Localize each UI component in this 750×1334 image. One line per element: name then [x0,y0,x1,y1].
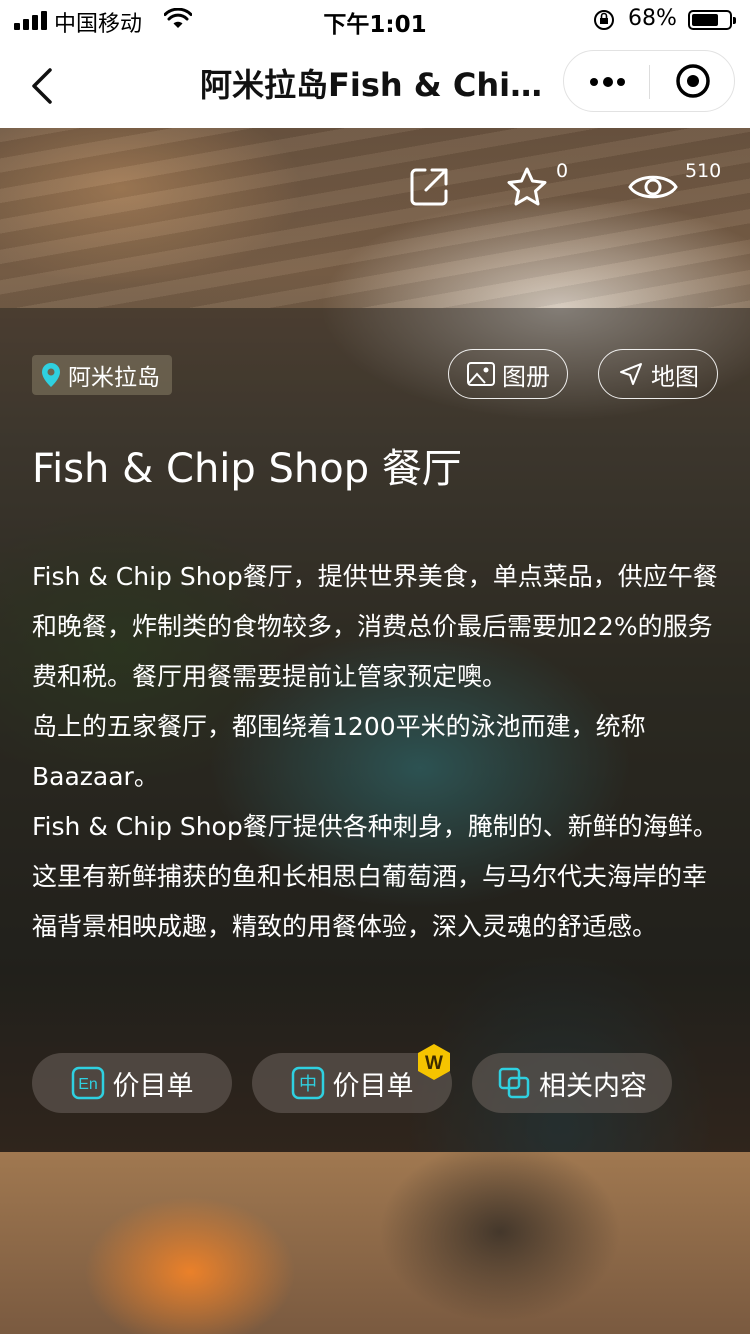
view-count: 510 [685,160,722,182]
favorite-star-icon[interactable] [506,166,548,208]
english-icon: En [71,1066,104,1100]
rotation-lock-icon [594,10,614,30]
svg-text:中: 中 [299,1074,317,1095]
more-button[interactable] [564,51,650,111]
navigation-arrow-icon [620,363,642,385]
w-badge-icon: W [418,1044,450,1080]
image-icon [467,362,495,386]
page-title: 阿米拉岛Fish & Chip Shop 餐厅 [200,66,552,104]
chinese-menu-label: 价目单 [332,1070,414,1102]
description-paragraph: Fish & Chip Shop餐厅提供各种刺身，腌制的、新鲜的海鲜。这里有新鲜… [32,812,718,941]
english-menu-label: 价目单 [112,1070,194,1102]
location-label: 阿米拉岛 [68,365,160,391]
related-content-label: 相关内容 [539,1070,647,1102]
status-bar: 中国移动 下午1:01 68% [0,0,750,40]
restaurant-name: Fish & Chip Shop 餐厅 [32,446,462,492]
miniprogram-capsule [563,50,735,112]
map-button[interactable]: 地图 [598,349,718,399]
album-button[interactable]: 图册 [448,349,568,399]
svg-text:W: W [425,1053,443,1074]
close-miniprogram-icon[interactable] [650,51,736,111]
album-label: 图册 [502,362,550,391]
description: Fish & Chip Shop餐厅，提供世界美食，单点菜品，供应午餐和晚餐，炸… [32,552,722,1030]
related-content-icon [498,1067,530,1099]
location-pin-icon [42,363,60,387]
ceiling-slats [0,128,750,308]
favorite-count: 0 [556,160,569,182]
related-content-button[interactable]: 相关内容 [472,1053,672,1113]
map-label: 地图 [651,362,699,391]
description-paragraph: 岛上的五家餐厅，都围绕着1200平米的泳池而建，统称Baazaar。 [32,712,646,791]
next-section-image [0,1152,750,1334]
battery-icon [688,10,736,30]
svg-text:En: En [78,1076,98,1093]
views-eye-icon [628,175,678,199]
location-tag[interactable]: 阿米拉岛 [32,355,172,395]
english-menu-button[interactable]: En 价目单 [32,1053,232,1113]
navigation-bar: 阿米拉岛Fish & Chip Shop 餐厅 [0,40,750,128]
back-arrow-icon[interactable] [28,66,58,106]
battery-percent: 68% [628,6,677,31]
chinese-icon: 中 [291,1066,324,1100]
description-paragraph: Fish & Chip Shop餐厅，提供世界美食，单点菜品，供应午餐和晚餐，炸… [32,562,718,691]
share-icon[interactable] [408,166,450,208]
